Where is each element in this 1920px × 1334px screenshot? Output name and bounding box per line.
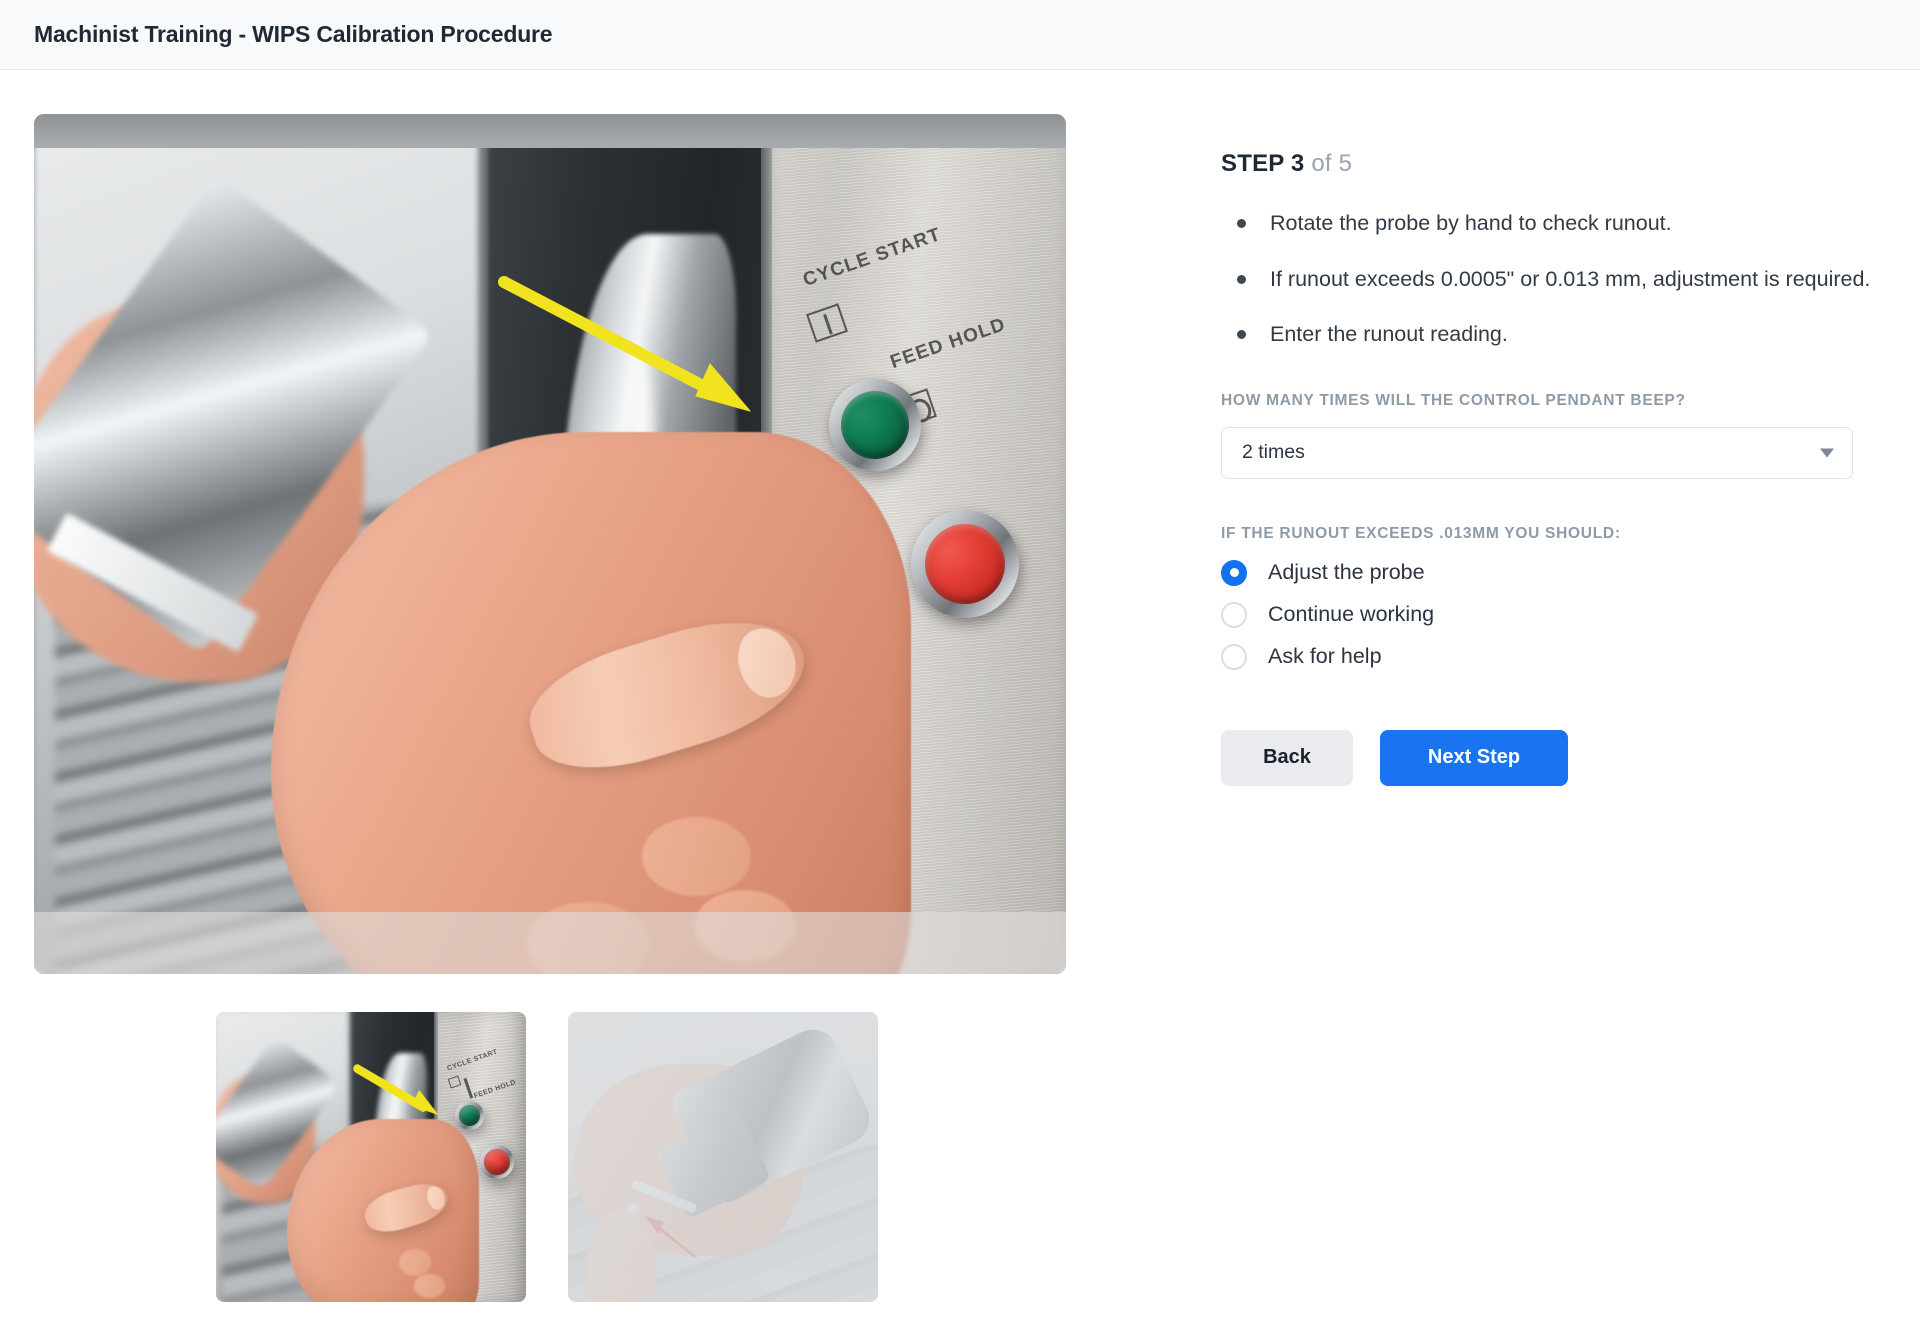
runout-question-block: IF THE RUNOUT EXCEEDS .013MM YOU SHOULD:… [1221, 525, 1886, 670]
radio-button-icon[interactable] [1221, 559, 1247, 586]
thumbnail-strip: CYCLE START FEED HOLD [34, 1012, 1066, 1302]
step-instruction-list: Rotate the probe by hand to check runout… [1221, 208, 1886, 350]
step-indicator: STEP 3 of 5 [1221, 150, 1886, 178]
media-column: CYCLE START FEED HOLD CYCLE START FEED H… [34, 114, 1066, 1302]
radio-button-icon[interactable] [1221, 601, 1247, 628]
beep-count-select-wrapper: 2 times [1221, 426, 1853, 479]
step-actions: Back Next Step [1221, 729, 1886, 786]
app-header: Machinist Training - WIPS Calibration Pr… [0, 0, 1920, 70]
image-letterbox-top [34, 114, 1066, 148]
back-button[interactable]: Back [1221, 729, 1353, 786]
hero-image[interactable]: CYCLE START FEED HOLD [34, 114, 1066, 974]
radio-option-continue-working[interactable]: Continue working [1221, 601, 1886, 628]
instruction-panel: STEP 3 of 5 Rotate the probe by hand to … [1066, 114, 1886, 1302]
red-annotation-arrow-icon [645, 1216, 696, 1258]
radio-option-label: Adjust the probe [1268, 560, 1425, 585]
thumbnail-2-scene [568, 1012, 878, 1302]
step-number: STEP 3 [1221, 150, 1305, 177]
beep-count-selected-value: 2 times [1242, 441, 1305, 464]
hero-scene: CYCLE START FEED HOLD [34, 114, 1066, 974]
yellow-annotation-arrow-icon [498, 276, 751, 412]
page-body: CYCLE START FEED HOLD CYCLE START FEED H… [0, 70, 1920, 1302]
step-total: of 5 [1311, 150, 1353, 177]
radio-option-ask-for-help[interactable]: Ask for help [1221, 643, 1886, 670]
image-letterbox-bottom [34, 912, 1066, 974]
runout-question-label: IF THE RUNOUT EXCEEDS .013MM YOU SHOULD: [1221, 524, 1621, 542]
radio-button-icon[interactable] [1221, 643, 1247, 670]
next-step-button[interactable]: Next Step [1380, 729, 1568, 786]
beep-count-select[interactable]: 2 times [1221, 426, 1853, 479]
thumbnail-1-scene: CYCLE START FEED HOLD [216, 1012, 526, 1302]
radio-option-adjust-the-probe[interactable]: Adjust the probe [1221, 559, 1886, 586]
page-title: Machinist Training - WIPS Calibration Pr… [34, 21, 553, 47]
list-item: If runout exceeds 0.0005" or 0.013 mm, a… [1221, 264, 1886, 295]
thumbnail-2[interactable] [568, 1012, 878, 1302]
thumbnail-1[interactable]: CYCLE START FEED HOLD [216, 1012, 526, 1302]
radio-option-label: Continue working [1268, 602, 1435, 627]
yellow-annotation-arrow-icon [353, 1064, 439, 1116]
radio-option-label: Ask for help [1268, 644, 1382, 669]
list-item: Enter the runout reading. [1221, 319, 1886, 350]
beep-question-label: HOW MANY TIMES WILL THE CONTROL PENDANT … [1221, 391, 1686, 409]
list-item: Rotate the probe by hand to check runout… [1221, 208, 1886, 239]
beep-question-block: HOW MANY TIMES WILL THE CONTROL PENDANT … [1221, 392, 1886, 479]
